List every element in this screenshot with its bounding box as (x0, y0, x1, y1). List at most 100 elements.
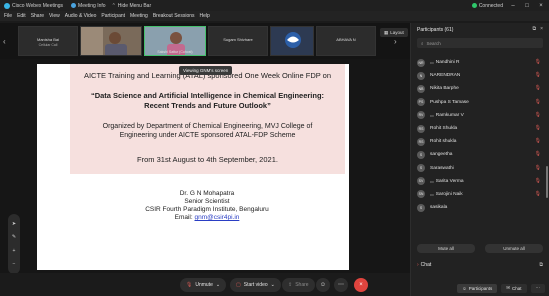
people-icon: ☺ (462, 285, 467, 291)
speaker-org: CSIR Fourth Paradigm Institute, Bengalur… (145, 206, 269, 213)
muted-mic-icon[interactable]: 🎙 (535, 165, 541, 171)
close-icon: × (359, 282, 363, 288)
list-item[interactable]: NB Nikita Barphe 🎙 (417, 82, 547, 95)
muted-mic-icon[interactable]: 🎙 (535, 72, 541, 78)
slide-subtitle: “Data Science and Artificial Intelligenc… (90, 91, 325, 110)
list-item[interactable]: S Saraswathi 🎙 (417, 162, 547, 175)
unmute-button[interactable]: 🎙 Unmute ⌄ (180, 278, 227, 292)
list-item[interactable]: RS Rohit Shukla 🎙 (417, 122, 547, 135)
muted-mic-icon[interactable]: 🎙 (535, 99, 541, 105)
menu-share[interactable]: Share (31, 13, 44, 19)
menu-edit[interactable]: Edit (17, 13, 26, 19)
menu-help[interactable]: Help (200, 13, 210, 19)
reactions-button[interactable]: ☺ (316, 278, 330, 292)
list-item[interactable]: N NARENDRAN 🎙 (417, 69, 547, 82)
participant-list-scrollbar[interactable] (546, 166, 548, 198)
speaker-role: Senior Scientist (184, 198, 230, 205)
maximize-button[interactable]: □ (523, 3, 531, 9)
speaker-email-link[interactable]: gnm@csir4pi.in (194, 214, 239, 221)
minimize-button[interactable]: – (509, 3, 517, 9)
muted-mic-icon[interactable]: 🎙 (535, 125, 541, 131)
chevron-up-icon: ⌃ (111, 2, 116, 9)
muted-mic-icon[interactable]: 🎙 (535, 178, 541, 184)
pop-out-icon[interactable]: ⧉ (533, 26, 537, 32)
list-item[interactable]: RV ▭ Ramkumar V 🎙 (417, 109, 547, 122)
avatar: S (417, 164, 425, 173)
chevron-right-icon: › (417, 262, 419, 268)
menu-audio-video[interactable]: Audio & Video (65, 13, 97, 19)
slide-organizer: Organized by Department of Chemical Engi… (102, 123, 313, 139)
participants-panel: Participants (61) ⧉ × ⌕ Search NR ▭ Nandh… (410, 23, 549, 296)
hide-menu-bar-button[interactable]: ⌃ Hide Menu Bar (112, 3, 152, 9)
mute-all-button[interactable]: Mute all (417, 244, 475, 253)
meeting-info-button[interactable]: Meeting Info (71, 3, 106, 9)
video-tile-manisha[interactable]: Manisha Bai Cellular Call (18, 26, 78, 56)
list-item[interactable]: PS Pushpa S Tamase 🎙 (417, 96, 547, 109)
video-tile-speaker[interactable] (80, 26, 142, 56)
avatar: N (417, 71, 425, 80)
menu-meeting[interactable]: Meeting (130, 13, 148, 19)
video-tile-abhava[interactable]: ABHAVA N (316, 26, 376, 56)
slide-dates: From 31st August to 4th September, 2021. (137, 155, 278, 164)
app-title: Cisco Webex Meetings (4, 2, 63, 9)
pointer-icon[interactable]: ➤ (12, 221, 16, 227)
close-window-button[interactable]: × (537, 3, 545, 9)
speaker-name: Dr. G N Mohapatra (179, 190, 235, 197)
menu-bar: File Edit Share View Audio & Video Parti… (0, 11, 549, 21)
avatar: S (417, 203, 425, 212)
start-video-button[interactable]: ▢ Start video ⌄ (230, 278, 281, 292)
participant-search-input[interactable]: ⌕ Search (417, 38, 543, 48)
muted-mic-icon[interactable]: 🎙 (535, 138, 541, 144)
close-icon[interactable]: × (540, 26, 543, 32)
menu-file[interactable]: File (4, 13, 12, 19)
chat-section-toggle[interactable]: › Chat (417, 262, 543, 268)
list-item[interactable]: NR ▭ Nandhini R 🎙 (417, 56, 547, 69)
video-tile-avatar[interactable] (270, 26, 314, 56)
connection-status[interactable]: Connected (471, 3, 503, 9)
slide-speaker-block: Dr. G N Mohapatra Senior Scientist CSIR … (132, 190, 282, 222)
info-icon (71, 3, 77, 8)
chevron-right-icon[interactable]: › (394, 37, 397, 46)
muted-mic-icon[interactable]: 🎙 (535, 85, 541, 91)
avatar: RS (417, 124, 425, 133)
pen-icon[interactable]: ✎ (12, 234, 16, 240)
more-panels-button[interactable]: ⋯ (530, 283, 545, 293)
list-item[interactable]: SN ▭ Sarojini Naik 🎙 (417, 188, 547, 201)
zoom-in-icon[interactable]: + (13, 248, 16, 254)
menu-view[interactable]: View (49, 13, 60, 19)
muted-mic-icon[interactable]: 🎙 (535, 151, 541, 157)
chevron-left-icon[interactable]: ‹ (3, 37, 6, 46)
participants-panel-button[interactable]: ☺ Participants (457, 283, 498, 293)
webex-window: Cisco Webex Meetings Meeting Info ⌃ Hide… (0, 0, 549, 296)
menu-participant[interactable]: Participant (101, 13, 125, 19)
leave-meeting-button[interactable]: × (354, 278, 368, 292)
muted-mic-icon[interactable]: 🎙 (535, 59, 541, 65)
list-item[interactable]: S sangeetha 🎙 (417, 148, 547, 161)
list-item[interactable]: SV ▭ Sarita Verma 🎙 (417, 175, 547, 188)
chat-panel-button[interactable]: ✉ Chat (501, 283, 527, 293)
annotation-toolbar: ➤ ✎ + − (8, 214, 20, 274)
share-button[interactable]: ⇪ Share (282, 278, 315, 292)
viewing-screen-banner: Viewing GNM's screen (179, 66, 233, 75)
pop-out-icon[interactable]: ⧉ (539, 262, 543, 268)
search-icon: ⌕ (421, 40, 424, 46)
avatar: S (417, 150, 425, 159)
video-tile-sugam[interactable]: Sugam Shivhare (208, 26, 268, 56)
more-options-button[interactable]: ⋯ (334, 278, 348, 292)
list-item[interactable]: S sasikala (417, 201, 547, 214)
video-tile-sakshi[interactable]: Sakshi Sattur (Cohost) (144, 26, 206, 56)
device-icon: ▭ (430, 178, 434, 184)
participants-header: Participants (61) (417, 27, 454, 33)
chevron-down-icon: ⌄ (270, 282, 275, 288)
layout-button[interactable]: ▦ Layout (380, 28, 408, 37)
avatar: NB (417, 84, 425, 93)
muted-mic-icon[interactable]: 🎙 (535, 191, 541, 197)
unmute-all-button[interactable]: Unmute all (485, 244, 543, 253)
grid-icon: ▦ (384, 29, 389, 35)
connected-icon (471, 3, 477, 8)
smiley-icon: ☺ (319, 282, 327, 288)
zoom-out-icon[interactable]: − (13, 261, 16, 267)
menu-breakout-sessions[interactable]: Breakout Sessions (153, 13, 195, 19)
list-item[interactable]: RS Rohit shukla 🎙 (417, 135, 547, 148)
muted-mic-icon[interactable]: 🎙 (535, 112, 541, 118)
